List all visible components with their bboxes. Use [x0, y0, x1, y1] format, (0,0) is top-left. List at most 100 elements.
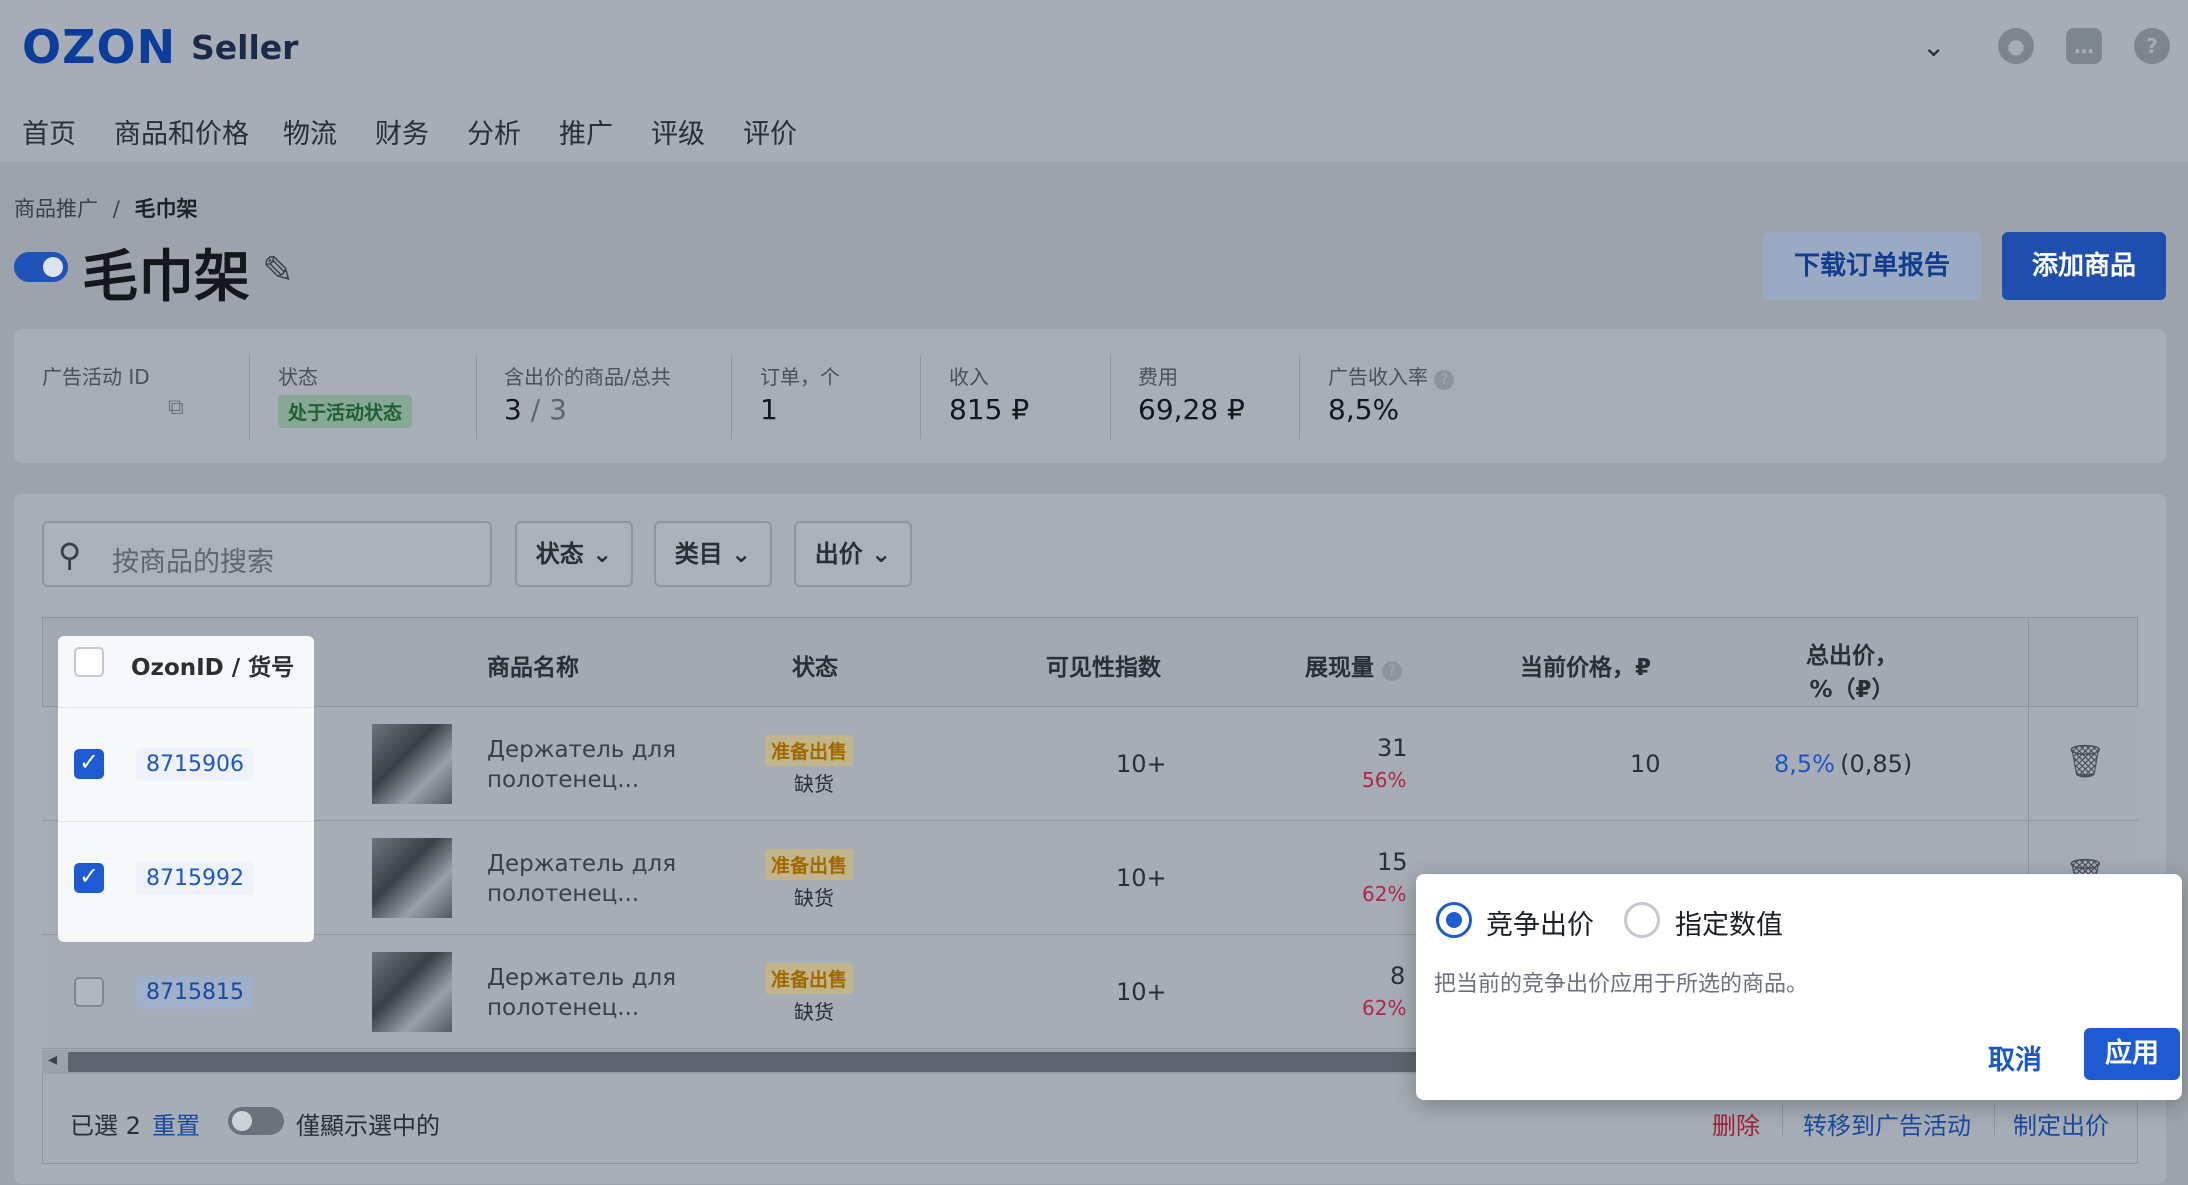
edit-pencil-icon[interactable]: ✎	[262, 248, 294, 292]
reset-link[interactable]: 重置	[152, 1106, 200, 1141]
drr-label-text: 广告收入率	[1328, 365, 1428, 389]
row-checkbox[interactable]	[74, 862, 104, 893]
copy-icon[interactable]: ⧉	[168, 395, 184, 420]
bid-percent[interactable]: 8,5%	[1774, 750, 1835, 778]
col-status-header[interactable]: 状态	[792, 648, 838, 682]
breadcrumb: 商品推广 / 毛巾架	[14, 193, 197, 223]
chevron-down-icon: ⌄	[731, 540, 752, 568]
drr-value: 8,5%	[1328, 393, 1400, 426]
filter-bid-label: 出价	[814, 540, 863, 568]
nav-reviews[interactable]: 评价	[743, 112, 797, 151]
add-product-button[interactable]: 添加商品	[2002, 232, 2166, 300]
nav-analytics[interactable]: 分析	[467, 112, 521, 151]
filter-category-label: 类目	[674, 540, 723, 568]
filter-bid-dropdown[interactable]: 出价 ⌄	[794, 521, 912, 587]
info-icon[interactable]: ?	[1434, 370, 1455, 390]
ozon-logo[interactable]: OZON	[22, 20, 176, 74]
seller-label: Seller	[191, 28, 299, 67]
status-badge: 准备出售	[765, 963, 854, 994]
user-icon[interactable]: ●	[1998, 28, 2034, 64]
products-total: / 3	[530, 393, 567, 426]
fixed-value-radio[interactable]	[1624, 902, 1660, 938]
show-selected-toggle[interactable]	[228, 1107, 284, 1135]
row-checkbox[interactable]	[74, 977, 104, 1007]
campaign-toggle[interactable]	[14, 252, 68, 282]
col-visibility-header[interactable]: 可见性指数	[1046, 648, 1161, 682]
select-all-checkbox[interactable]	[74, 647, 104, 677]
col-name-header[interactable]: 商品名称	[487, 648, 579, 682]
product-name[interactable]: Держатель для полотенец...	[487, 849, 676, 909]
download-report-button[interactable]: 下载订单报告	[1763, 232, 1981, 300]
trash-icon[interactable]: 🗑	[2065, 742, 2106, 780]
nav-finance[interactable]: 财务	[375, 112, 429, 151]
info-icon[interactable]: ?	[1382, 661, 1403, 681]
row-checkbox[interactable]	[74, 748, 104, 779]
drr-label: 广告收入率 ?	[1328, 361, 1455, 390]
impressions-header-text: 展现量	[1305, 655, 1374, 681]
breadcrumb-parent[interactable]: 商品推广	[14, 197, 98, 221]
bid-header-line2: %（₽）	[1809, 677, 1895, 703]
nav-home[interactable]: 首页	[22, 112, 76, 151]
product-name[interactable]: Держатель для полотенец...	[487, 735, 676, 795]
cancel-button[interactable]: 取消	[1988, 1038, 2042, 1077]
impressions-value: 8	[1390, 962, 1406, 990]
set-bid-popover: 竞争出价 指定数值 把当前的竞争出价应用于所选的商品。 取消 应用	[1416, 874, 2182, 1100]
filter-category-dropdown[interactable]: 类目 ⌄	[654, 521, 772, 587]
set-bid-button[interactable]: 制定出价	[2013, 1106, 2109, 1141]
help-icon[interactable]: ?	[2134, 28, 2170, 64]
nav-logistics[interactable]: 物流	[283, 112, 337, 151]
product-name-line1: Держатель для	[487, 965, 677, 991]
total-bid[interactable]: 8,5% (0,85)	[1774, 750, 1912, 778]
stock-status: 缺货	[794, 772, 834, 796]
bid-amount: (0,85)	[1840, 750, 1913, 778]
nav-rating[interactable]: 评级	[651, 112, 705, 151]
orders-label: 订单，个	[760, 365, 840, 389]
visibility-index: 10+	[1116, 864, 1167, 892]
impressions-share: 56%	[1362, 768, 1407, 792]
impressions-value: 15	[1377, 848, 1408, 876]
status-badge: 准备出售	[765, 849, 854, 880]
move-to-campaign-button[interactable]: 转移到广告活动	[1803, 1106, 1971, 1141]
delete-selected-button[interactable]: 删除	[1712, 1106, 1760, 1141]
filter-status-dropdown[interactable]: 状态 ⌄	[515, 521, 633, 587]
product-id-link[interactable]: 8715906	[136, 748, 254, 781]
impressions-value: 31	[1377, 734, 1408, 762]
product-name-line1: Держатель для	[487, 737, 677, 763]
orders-value: 1	[760, 393, 778, 426]
apply-button[interactable]: 应用	[2084, 1028, 2180, 1080]
col-id-header[interactable]: OzonID / 货号	[131, 648, 294, 682]
chevron-down-icon[interactable]: ⌄	[1922, 30, 1945, 63]
product-name[interactable]: Держатель для полотенец...	[487, 963, 676, 1023]
selected-count: 已選 2	[70, 1112, 141, 1140]
top-header: OZON Seller 首页 商品和价格 物流 财务 分析 推广 评级 评价 ⌄…	[0, 0, 2188, 162]
breadcrumb-current: 毛巾架	[134, 197, 198, 221]
col-impressions-header[interactable]: 展现量 ?	[1305, 648, 1403, 682]
nav-products-prices[interactable]: 商品和价格	[114, 112, 249, 151]
revenue-value: 815 ₽	[949, 393, 1030, 426]
status-badge: 准备出售	[765, 735, 854, 766]
products-value: 3 / 3	[504, 393, 567, 426]
competitive-bid-label[interactable]: 竞争出价	[1486, 903, 1594, 942]
chat-icon[interactable]: …	[2066, 28, 2102, 64]
product-thumbnail[interactable]	[372, 952, 452, 1032]
page-title: 毛巾架	[82, 245, 250, 310]
revenue-label: 收入	[949, 365, 989, 389]
product-id-link[interactable]: 8715815	[136, 976, 254, 1009]
impressions-share: 62%	[1362, 996, 1407, 1020]
product-id-link[interactable]: 8715992	[136, 862, 254, 895]
horizontal-scrollbar[interactable]	[68, 1052, 1433, 1072]
action-separator	[1994, 1104, 1995, 1136]
competitive-bid-radio[interactable]	[1436, 902, 1472, 938]
chevron-down-icon: ⌄	[592, 540, 613, 568]
scroll-left-icon[interactable]: ◂	[48, 1049, 57, 1070]
visibility-index: 10+	[1116, 750, 1167, 778]
chevron-down-icon: ⌄	[871, 540, 892, 568]
fixed-value-label[interactable]: 指定数值	[1675, 903, 1783, 942]
product-thumbnail[interactable]	[372, 724, 452, 804]
col-price-header[interactable]: 当前价格，₽	[1520, 648, 1651, 682]
popup-description: 把当前的竞争出价应用于所选的商品。	[1434, 972, 1809, 997]
filter-status-label: 状态	[535, 540, 584, 568]
nav-promotion[interactable]: 推广	[559, 112, 613, 151]
product-thumbnail[interactable]	[372, 838, 452, 918]
col-bid-header[interactable]: 总出价， %（₽）	[1806, 636, 1898, 704]
